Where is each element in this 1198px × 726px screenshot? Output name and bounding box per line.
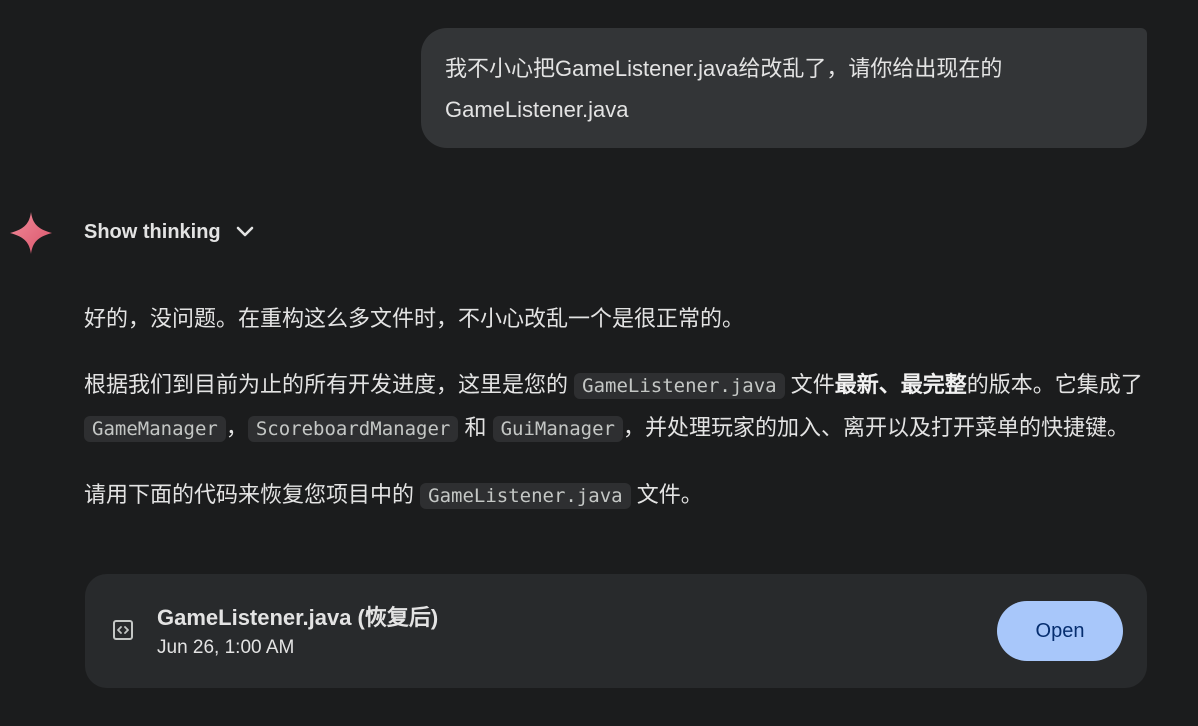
inline-code: GameListener.java xyxy=(574,373,785,399)
response-text: 文件 xyxy=(784,372,835,397)
response-text: 请用下面的代码来恢复您项目中的 xyxy=(84,482,421,507)
inline-code: GameManager xyxy=(84,416,226,442)
inline-code: GuiManager xyxy=(492,416,623,442)
gemini-star-icon xyxy=(10,212,52,254)
inline-code: GameListener.java xyxy=(420,483,631,509)
show-thinking-toggle[interactable]: Show thinking xyxy=(84,216,255,248)
response-paragraph-1: 好的，没问题。在重构这么多文件时，不小心改乱一个是很正常的。 xyxy=(84,306,745,331)
user-message-text: 我不小心把GameListener.java给改乱了，请你给出现在的GameLi… xyxy=(445,56,1003,122)
assistant-response: 好的，没问题。在重构这么多文件时，不小心改乱一个是很正常的。 根据我们到目前为止… xyxy=(84,298,1154,517)
response-text: 文件。 xyxy=(630,482,703,507)
user-message-bubble: 我不小心把GameListener.java给改乱了，请你给出现在的GameLi… xyxy=(421,28,1147,148)
bold-text: 最新、最完整 xyxy=(834,372,967,397)
response-text: 和 xyxy=(458,415,493,440)
show-thinking-label: Show thinking xyxy=(84,220,221,243)
code-icon xyxy=(112,619,134,641)
response-paragraph-3: 请用下面的代码来恢复您项目中的 GameListener.java 文件。 xyxy=(84,474,1154,517)
response-text: ， xyxy=(225,415,248,440)
file-card-date: Jun 26, 1:00 AM xyxy=(157,637,295,658)
inline-code: ScoreboardManager xyxy=(247,416,459,442)
file-card-title: GameListener.java (恢复后) xyxy=(157,605,439,630)
chevron-down-icon xyxy=(235,225,255,239)
response-paragraph-2: 根据我们到目前为止的所有开发进度，这里是您的 GameListener.java… xyxy=(84,364,1154,450)
response-text: 根据我们到目前为止的所有开发进度，这里是您的 xyxy=(84,372,575,397)
chat-page: 我不小心把GameListener.java给改乱了，请你给出现在的GameLi… xyxy=(0,0,1198,726)
code-file-card[interactable]: GameListener.java (恢复后) Jun 26, 1:00 AM … xyxy=(85,574,1147,688)
response-text: 的版本。它集成了 xyxy=(966,372,1143,397)
open-button[interactable]: Open xyxy=(997,601,1123,661)
response-text: ，并处理玩家的加入、离开以及打开菜单的快捷键。 xyxy=(622,415,1129,440)
